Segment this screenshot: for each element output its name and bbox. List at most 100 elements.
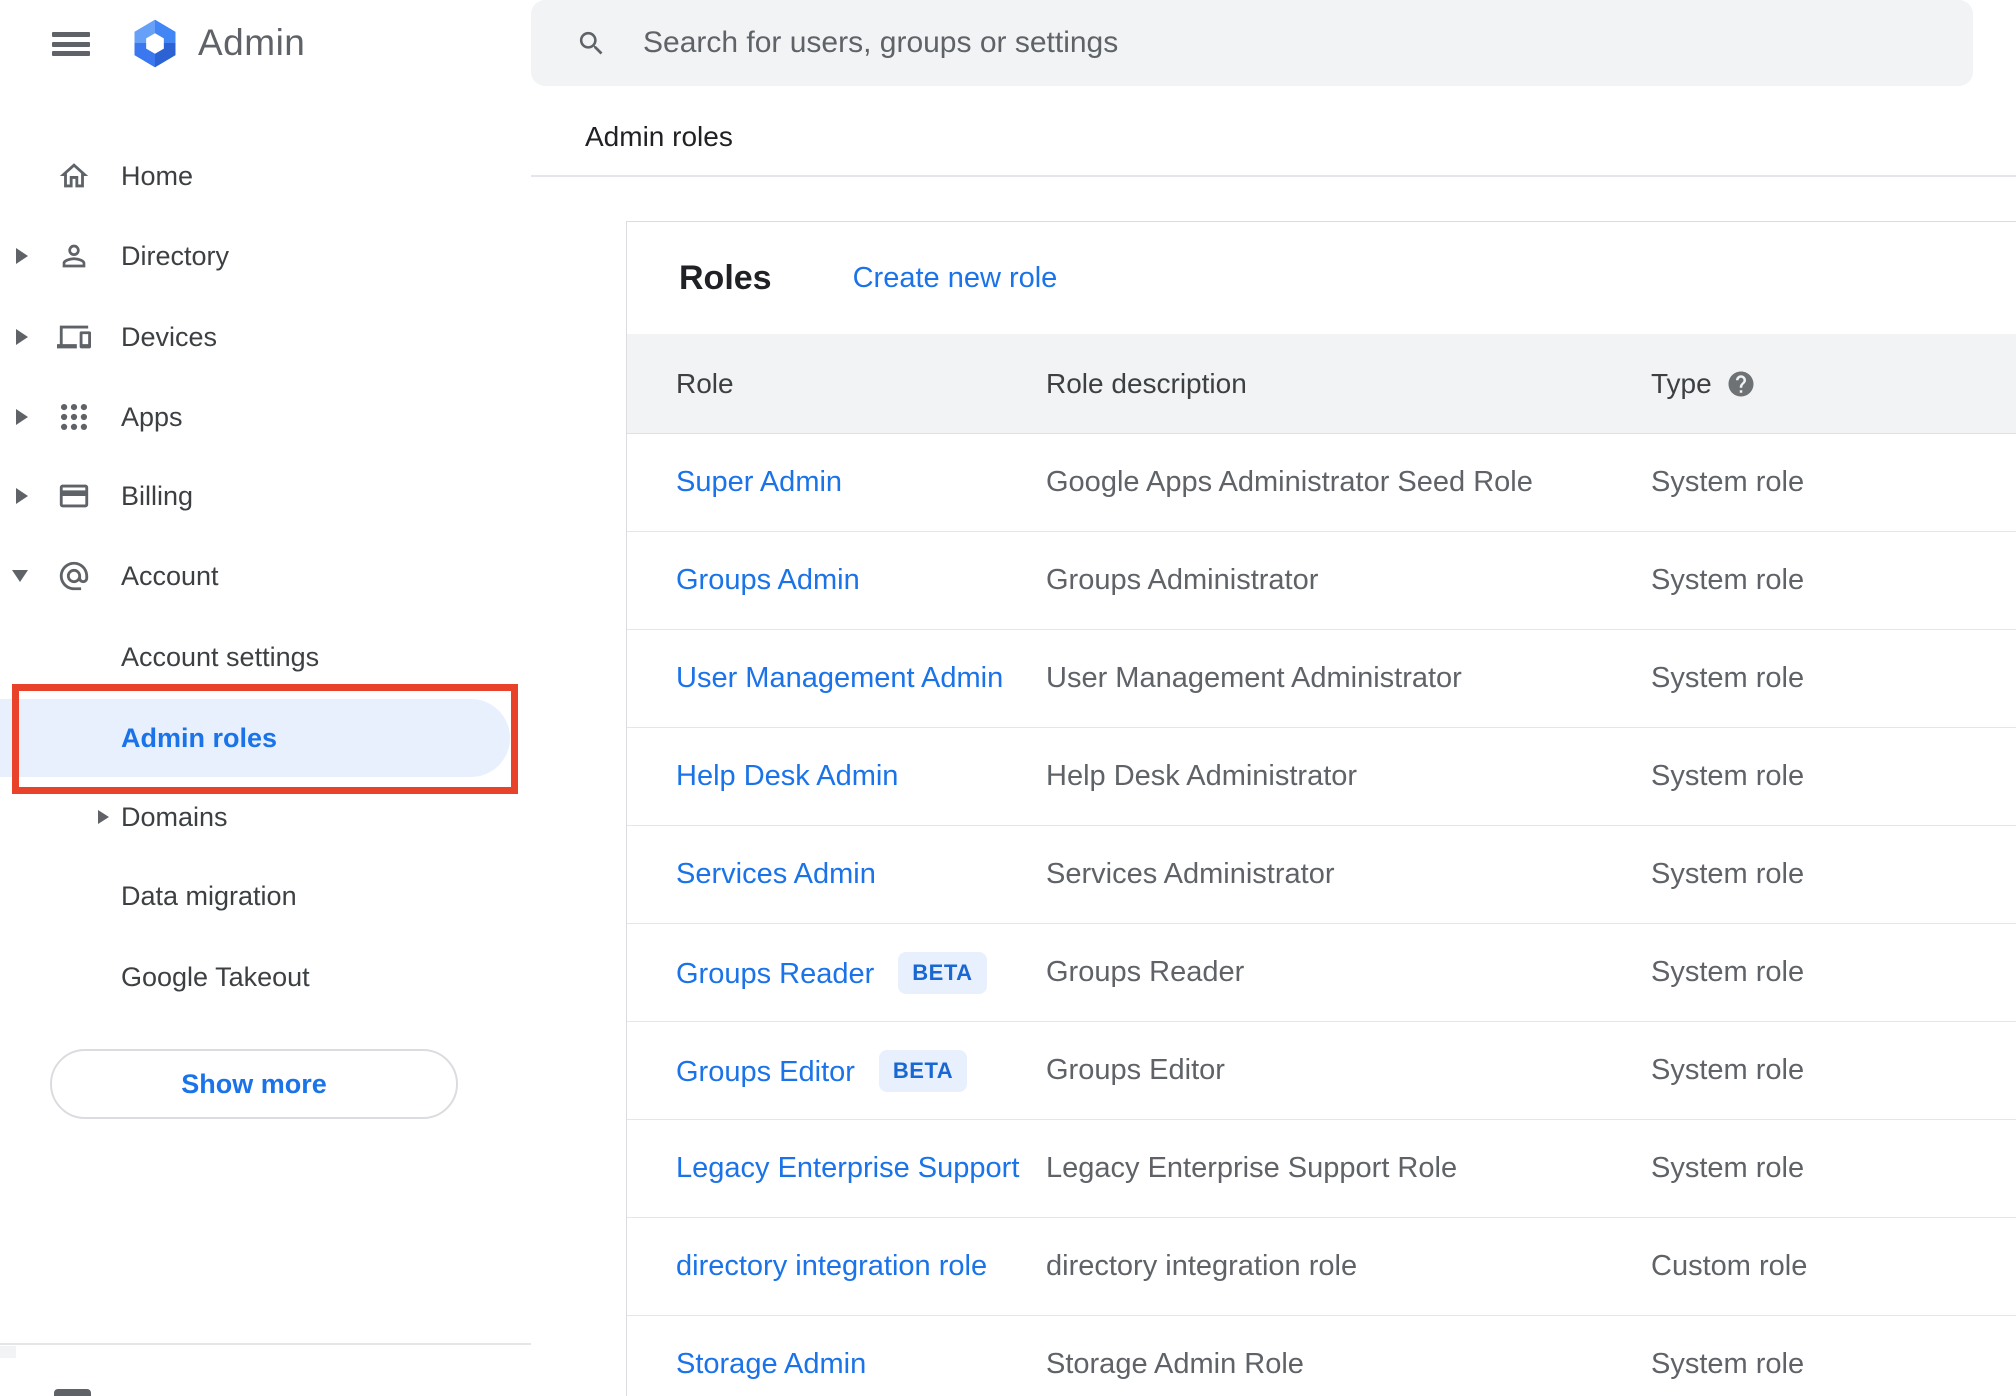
role-type: System role [1651, 1348, 1805, 1380]
help-icon[interactable] [1726, 369, 1756, 399]
roles-card-header: Roles Create new role [627, 222, 2016, 334]
sidebar-item-devices[interactable]: Devices [0, 308, 531, 366]
table-row: Groups Admin Groups Administrator System… [627, 532, 2016, 630]
breadcrumb: Admin roles [585, 121, 733, 152]
chevron-down-icon[interactable] [12, 570, 28, 582]
at-sign-icon [57, 559, 91, 593]
google-admin-console: Admin Home Directory Devices Apps Billin… [0, 0, 2016, 1396]
sidebar: Admin Home Directory Devices Apps Billin… [0, 0, 531, 1396]
sidebar-item-label: Apps [121, 401, 183, 432]
create-new-role-link[interactable]: Create new role [853, 262, 1058, 295]
table-header-row: Role Role description Type [627, 334, 2016, 434]
roles-card: Roles Create new role Role Role descript… [626, 221, 2016, 1396]
admin-hexagon-icon [134, 19, 176, 67]
role-type: System role [1651, 956, 1805, 988]
breadcrumb-divider [531, 175, 2016, 177]
role-description: Groups Reader [1046, 956, 1245, 988]
sidebar-item-label: Account [121, 560, 219, 591]
beta-badge: BETA [878, 1049, 968, 1092]
role-type: System role [1651, 760, 1805, 792]
role-description: Groups Administrator [1046, 564, 1319, 596]
devices-icon [57, 320, 91, 354]
admin-logo[interactable]: Admin [128, 14, 305, 72]
person-icon [57, 239, 91, 273]
sidebar-item-label: Account settings [121, 641, 320, 672]
chevron-right-icon[interactable] [16, 329, 28, 345]
chevron-right-icon[interactable] [16, 248, 28, 264]
sidebar-item-label: Domains [121, 801, 228, 832]
role-type: System role [1651, 1152, 1805, 1184]
sidebar-item-directory[interactable]: Directory [0, 227, 531, 285]
role-link[interactable]: Help Desk Admin [676, 760, 898, 792]
table-row: User Management Admin User Management Ad… [627, 630, 2016, 728]
chevron-right-icon[interactable] [16, 409, 28, 425]
role-type: Custom role [1651, 1250, 1808, 1282]
sidebar-item-label: Devices [121, 321, 218, 352]
sidebar-item-account[interactable]: Account [0, 547, 531, 605]
app-title: Admin [198, 22, 306, 63]
table-row: Groups Reader BETA Groups Reader System r… [627, 924, 2016, 1022]
column-header-description: Role description [1046, 367, 1247, 399]
credit-card-icon [57, 479, 91, 513]
table-row: Storage Admin Storage Admin Role System … [627, 1316, 2016, 1396]
show-more-button[interactable]: Show more [50, 1049, 458, 1119]
sidebar-item-label: Directory [121, 240, 230, 271]
role-type: System role [1651, 466, 1805, 498]
role-description: User Management Administrator [1046, 662, 1462, 694]
role-description: Services Administrator [1046, 858, 1335, 890]
sidebar-item-domains[interactable]: Domains [0, 788, 531, 846]
sidebar-item-billing[interactable]: Billing [0, 467, 531, 525]
role-description: Help Desk Administrator [1046, 760, 1358, 792]
search-icon [576, 28, 607, 59]
sidebar-item-label: Home [121, 160, 194, 191]
table-row: Help Desk Admin Help Desk Administrator … [627, 728, 2016, 826]
table-row: directory integration role directory int… [627, 1218, 2016, 1316]
table-row: Services Admin Services Administrator Sy… [627, 826, 2016, 924]
role-link[interactable]: directory integration role [676, 1250, 987, 1282]
role-description: Google Apps Administrator Seed Role [1046, 466, 1533, 498]
column-header-type: Type [1651, 368, 2016, 400]
table-row: Groups Editor BETA Groups Editor System r… [627, 1022, 2016, 1120]
table-row: Super Admin Google Apps Administrator Se… [627, 434, 2016, 532]
table-row: Legacy Enterprise Support Legacy Enterpr… [627, 1120, 2016, 1218]
sidebar-item-label: Billing [121, 480, 194, 511]
chevron-right-icon[interactable] [16, 488, 28, 504]
sidebar-item-label: Data migration [121, 880, 297, 911]
role-link[interactable]: Groups Reader [676, 958, 874, 990]
sidebar-item-label: Google Takeout [121, 961, 310, 992]
sidebar-item-apps[interactable]: Apps [0, 388, 531, 446]
role-link[interactable]: Storage Admin [676, 1348, 866, 1380]
role-link[interactable]: Groups Admin [676, 564, 860, 596]
sidebar-item-home[interactable]: Home [0, 147, 531, 205]
role-link[interactable]: User Management Admin [676, 662, 1003, 694]
chevron-right-icon[interactable] [98, 810, 109, 824]
home-icon [57, 159, 91, 193]
role-description: Legacy Enterprise Support Role [1046, 1152, 1458, 1184]
role-description: directory integration role [1046, 1250, 1358, 1282]
role-type: System role [1651, 662, 1805, 694]
sidebar-item-admin-roles[interactable]: Admin roles [0, 699, 510, 777]
sidebar-item-account-settings[interactable]: Account settings [0, 628, 531, 686]
sidebar-item-data-migration[interactable]: Data migration [0, 867, 531, 925]
role-link[interactable]: Services Admin [676, 858, 876, 890]
role-description: Storage Admin Role [1046, 1348, 1304, 1380]
role-link[interactable]: Legacy Enterprise Support [676, 1152, 1019, 1184]
column-header-type-label: Type [1651, 367, 1712, 399]
search-bar[interactable] [531, 0, 1973, 86]
beta-badge: BETA [898, 951, 987, 994]
role-type: System role [1651, 1054, 1805, 1086]
role-link[interactable]: Groups Editor [676, 1056, 855, 1088]
partial-bottom-icon [54, 1389, 91, 1396]
menu-icon[interactable] [52, 32, 90, 56]
sidebar-item-google-takeout[interactable]: Google Takeout [0, 948, 531, 1006]
role-type: System role [1651, 564, 1805, 596]
role-description: Groups Editor [1046, 1054, 1225, 1086]
column-header-role: Role [676, 367, 734, 399]
sidebar-item-label: Admin roles [121, 722, 278, 753]
search-input[interactable] [643, 26, 1923, 60]
sidebar-bottom-divider [0, 1343, 531, 1345]
card-title: Roles [679, 258, 772, 297]
apps-grid-icon [57, 400, 91, 434]
scrollbar-nub [0, 1346, 16, 1358]
role-link[interactable]: Super Admin [676, 466, 842, 498]
